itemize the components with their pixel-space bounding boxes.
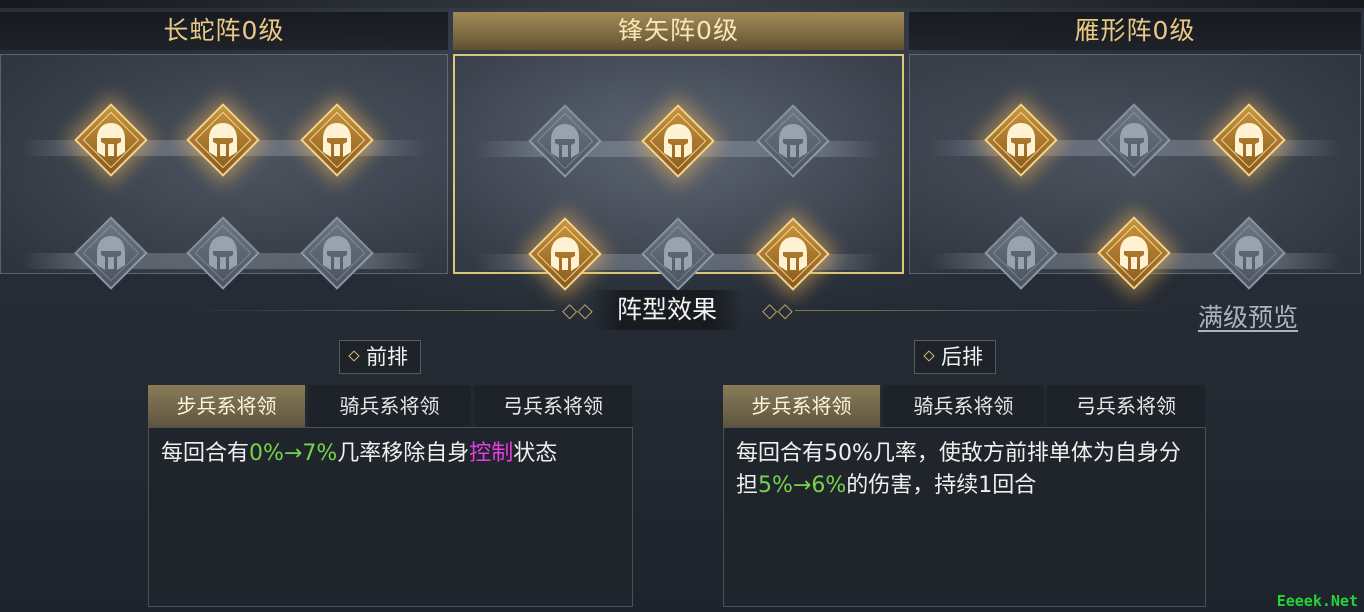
formation-title: 长蛇阵0级 [0, 12, 448, 50]
formation-title: 锋矢阵0级 [453, 12, 904, 50]
helmet-icon [323, 123, 351, 157]
ornament-left-icon: ◇◇ [562, 298, 593, 322]
watermark: Eeeek.Net [1276, 592, 1358, 610]
top-border [0, 0, 1364, 8]
back-effect-description: 每回合有50%几率，使敌方前排单体为自身分担5%→6%的伤害，持续1回合 [723, 427, 1206, 607]
formation-slot [73, 102, 149, 178]
helmet-icon [1235, 123, 1263, 157]
formation-slot [527, 216, 603, 292]
tab-archer[interactable]: 弓兵系将领 [474, 385, 632, 427]
formation-slot [1096, 102, 1172, 178]
desc-text: 的伤害，持续1回合 [846, 473, 1037, 498]
formation-board [0, 54, 448, 290]
front-effect-description: 每回合有0%→7%几率移除自身控制状态 [148, 427, 633, 607]
front-row-label: 前排 [366, 345, 408, 369]
helmet-icon [551, 237, 579, 271]
formation-title: 雁形阵0级 [909, 12, 1361, 50]
formation-slot [299, 215, 375, 291]
effects-title: 阵型效果 [592, 290, 742, 330]
helmet-icon [1120, 236, 1148, 270]
formation-panel-yanxing[interactable]: 雁形阵0级 [909, 12, 1361, 290]
formation-slot [185, 215, 261, 291]
helmet-icon [1007, 123, 1035, 157]
helmet-icon [779, 124, 807, 158]
back-row-tag: 后排 [914, 340, 996, 374]
formation-slot [1211, 215, 1287, 291]
front-general-tabs: 步兵系将领 骑兵系将领 弓兵系将领 [148, 385, 635, 427]
helmet-icon [1235, 236, 1263, 270]
formation-slot [1211, 102, 1287, 178]
formation-slot [185, 102, 261, 178]
desc-text: 每回合有 [161, 441, 250, 466]
helmet-icon [97, 236, 125, 270]
helmet-icon [664, 124, 692, 158]
diamond-icon [923, 350, 935, 362]
diamond-icon [348, 350, 360, 362]
front-row-tag: 前排 [339, 340, 421, 374]
ornament-right-icon: ◇◇ [762, 298, 793, 322]
tab-cavalry[interactable]: 骑兵系将领 [308, 385, 471, 427]
helmet-icon [209, 236, 237, 270]
back-general-tabs: 步兵系将领 骑兵系将领 弓兵系将领 [723, 385, 1208, 427]
helmet-icon [1120, 123, 1148, 157]
tab-infantry[interactable]: 步兵系将领 [723, 385, 880, 427]
formation-slot [640, 216, 716, 292]
tab-infantry[interactable]: 步兵系将领 [148, 385, 305, 427]
formation-slot [1096, 215, 1172, 291]
helmet-icon [323, 236, 351, 270]
desc-keyword: 控制 [469, 441, 514, 466]
formation-slot [755, 216, 831, 292]
formation-slot [640, 103, 716, 179]
helmet-icon [664, 237, 692, 271]
formation-slot [73, 215, 149, 291]
formation-slot [299, 102, 375, 178]
back-row-label: 后排 [941, 345, 983, 369]
desc-text: 几率移除自身 [337, 441, 470, 466]
formation-slot [755, 103, 831, 179]
max-level-preview-link[interactable]: 满级预览 [1198, 298, 1298, 334]
formation-slot [983, 215, 1059, 291]
helmet-icon [1007, 236, 1035, 270]
desc-value: 5%→6% [758, 473, 847, 498]
divider-right [795, 310, 1185, 311]
helmet-icon [97, 123, 125, 157]
tab-cavalry[interactable]: 骑兵系将领 [883, 385, 1044, 427]
helmet-icon [551, 124, 579, 158]
formation-panel-fengshi[interactable]: 锋矢阵0级 [453, 12, 904, 291]
divider-left [175, 310, 555, 311]
formation-panel-changshe[interactable]: 长蛇阵0级 [0, 12, 448, 290]
desc-text: 状态 [513, 441, 558, 466]
formation-board [909, 54, 1361, 290]
formation-board [453, 54, 904, 291]
tab-archer[interactable]: 弓兵系将领 [1047, 385, 1205, 427]
desc-value: 0%→7% [249, 441, 338, 466]
formation-slot [527, 103, 603, 179]
formation-slot [983, 102, 1059, 178]
helmet-icon [209, 123, 237, 157]
helmet-icon [779, 237, 807, 271]
